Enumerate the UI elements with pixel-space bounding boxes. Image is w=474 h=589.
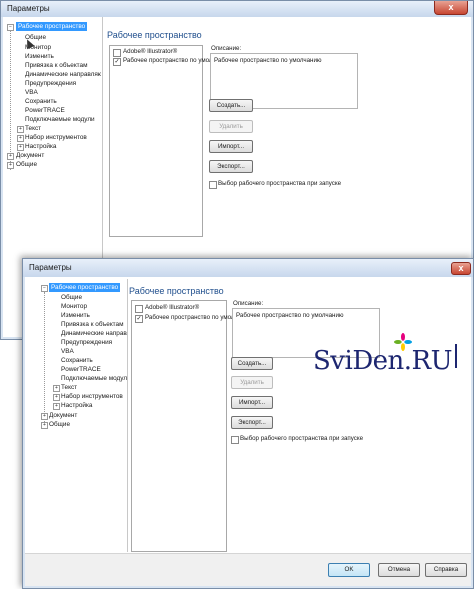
import-button[interactable]: Импорт... [231,396,273,409]
workspace-item-illustrator[interactable]: Adobe® Illustrator® [123,48,177,55]
workspace-checkbox[interactable] [135,305,143,313]
expand-icon[interactable]: + [41,422,48,429]
tree-item-powertrace[interactable]: PowerTRACE [25,106,65,115]
workspace-list[interactable]: Adobe® Illustrator® ✓ Рабочее пространст… [131,300,253,552]
tree-item-general[interactable]: Общие [61,293,82,302]
options-tree: − Рабочее пространство Общие Монитор Изм… [27,279,128,552]
tree-item-customization[interactable]: Настройка [61,401,92,410]
expand-icon[interactable]: + [41,413,48,420]
close-button[interactable]: x [434,1,468,15]
create-button[interactable]: Создать... [209,99,253,112]
options-dialog: Параметры x − Рабочее пространство Общие… [22,258,474,589]
expand-icon[interactable]: + [17,126,24,133]
dialog-footer: OK Отмена Справка [25,553,471,586]
expand-icon[interactable]: + [17,135,24,142]
workspace-checkbox-checked[interactable]: ✓ [135,315,143,323]
dialog-content: − Рабочее пространство Общие Монитор Изм… [25,277,471,586]
tree-line [10,30,11,170]
cancel-button[interactable]: Отмена [378,563,420,577]
tree-item-toolbox[interactable]: Набор инструментов [25,133,87,142]
tree-item-save[interactable]: Сохранить [61,356,93,365]
tree-item-plugins[interactable]: Подключаемые модули [25,115,95,124]
workspace-checkbox-checked[interactable]: ✓ [113,58,121,66]
delete-button[interactable]: Удалить [209,120,253,133]
expand-icon[interactable]: + [7,162,14,169]
tree-item-text[interactable]: Текст [61,383,77,392]
help-button[interactable]: Справка [425,563,467,577]
startup-checkbox-label: Выбор рабочего пространства при запуске [218,180,342,187]
expand-icon[interactable]: + [7,153,14,160]
title-bar[interactable]: Параметры x [1,1,473,17]
expand-icon[interactable]: + [53,403,60,410]
tree-item-plugins[interactable]: Подключаемые модули [61,374,127,383]
tree-item-customization[interactable]: Настройка [25,142,56,151]
panel-title: Рабочее пространство [107,30,202,40]
tree-item-dynamic-guides[interactable]: Динамические направляющие [25,70,101,79]
tree-item-toolbox[interactable]: Набор инструментов [61,392,123,401]
export-button[interactable]: Экспорт... [231,416,273,429]
tree-item-snap[interactable]: Привязка к объектам [61,320,124,329]
window-title: Параметры [29,263,72,272]
tree-item-warnings[interactable]: Предупреждения [61,338,112,347]
tree-item-global[interactable]: Общие [49,420,70,429]
watermark-logo: SviDen.RU [305,333,465,378]
close-button[interactable]: x [451,262,471,275]
startup-checkbox-label: Выбор рабочего пространства при запуске [240,435,364,442]
tree-item-workspace[interactable]: Рабочее пространство [49,283,121,292]
description-text: Рабочее пространство по умолчанию [236,312,344,319]
delete-button[interactable]: Удалить [231,376,273,389]
tree-item-document[interactable]: Документ [49,411,77,420]
expand-icon[interactable]: + [53,394,60,401]
description-label: Описание: [233,300,264,307]
collapse-icon[interactable]: − [41,285,48,292]
window-title: Параметры [7,4,50,13]
tree-item-save[interactable]: Сохранить [25,97,57,106]
tree-line [44,292,45,426]
expand-icon[interactable]: + [17,144,24,151]
ok-button[interactable]: OK [328,563,370,577]
watermark-bar [455,344,457,368]
panel-title: Рабочее пространство [129,286,224,296]
tree-item-warnings[interactable]: Предупреждения [25,79,76,88]
tree-item-monitor[interactable]: Монитор [61,302,87,311]
startup-checkbox[interactable] [231,436,239,444]
import-button[interactable]: Импорт... [209,140,253,153]
expand-icon[interactable]: + [53,385,60,392]
tree-item-vba[interactable]: VBA [61,347,74,356]
tree-item-document[interactable]: Документ [16,151,44,160]
tree-item-vba[interactable]: VBA [25,88,38,97]
tree-item-edit[interactable]: Изменить [61,311,90,320]
title-bar[interactable]: Параметры x [23,259,473,277]
workspace-list[interactable]: Adobe® Illustrator® ✓ Рабочее пространст… [109,45,231,237]
description-text: Рабочее пространство по умолчанию [214,57,322,64]
export-button[interactable]: Экспорт... [209,160,253,173]
tree-item-workspace[interactable]: Рабочее пространство [16,22,88,31]
tree-item-powertrace[interactable]: PowerTRACE [61,365,101,374]
workspace-checkbox[interactable] [113,49,121,57]
workspace-item-illustrator[interactable]: Adobe® Illustrator® [145,304,199,311]
watermark-text: SviDen.RU [313,346,453,376]
tree-item-global[interactable]: Общие [16,160,37,169]
tree-item-text[interactable]: Текст [25,124,41,133]
tree-item-edit[interactable]: Изменить [25,52,54,61]
description-label: Описание: [211,45,242,52]
tree-item-snap[interactable]: Привязка к объектам [25,61,88,70]
startup-checkbox[interactable] [209,181,217,189]
tree-item-dynamic-guides[interactable]: Динамические направляющие [61,329,127,338]
create-button[interactable]: Создать... [231,357,273,370]
